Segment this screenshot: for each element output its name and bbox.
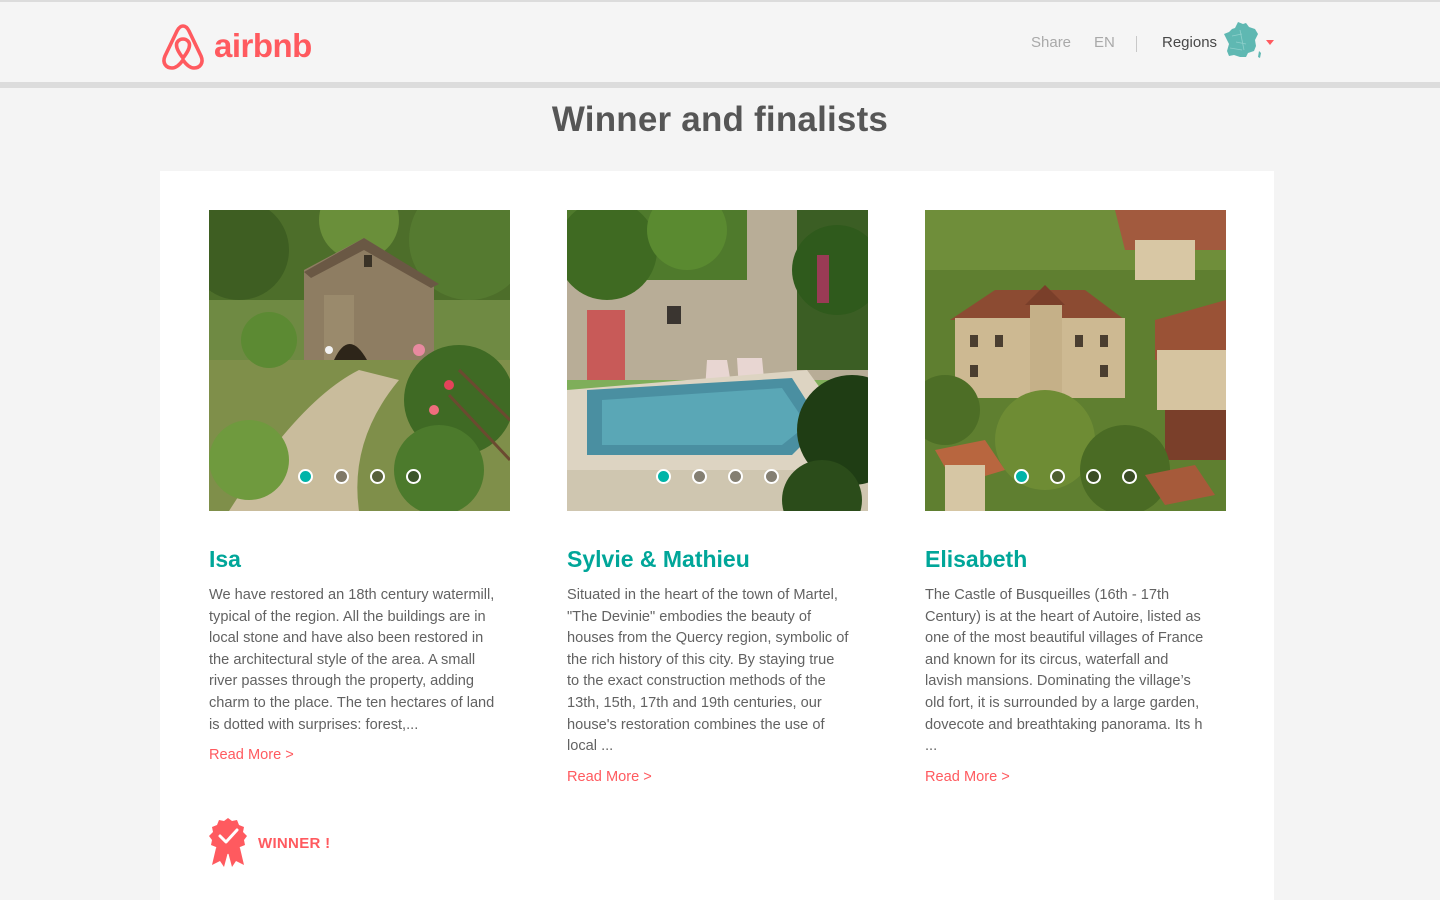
france-map-icon[interactable] xyxy=(1222,20,1262,60)
carousel-dot[interactable] xyxy=(370,469,385,484)
header-divider xyxy=(0,82,1440,88)
airbnb-belo-icon xyxy=(162,24,204,70)
card-image-carousel[interactable] xyxy=(567,210,868,511)
finalists-panel: Isa We have restored an 18th century wat… xyxy=(160,171,1274,900)
castle-village-photo xyxy=(925,210,1226,511)
carousel-dots xyxy=(925,469,1226,484)
carousel-dot[interactable] xyxy=(656,469,671,484)
carousel-dot[interactable] xyxy=(406,469,421,484)
read-more-link[interactable]: Read More > xyxy=(209,747,294,763)
regions-menu[interactable]: Regions xyxy=(1162,34,1217,51)
share-link[interactable]: Share xyxy=(1031,34,1071,51)
carousel-dot[interactable] xyxy=(334,469,349,484)
chevron-down-icon[interactable] xyxy=(1266,40,1274,45)
carousel-dot[interactable] xyxy=(1086,469,1101,484)
stone-house-pool-photo xyxy=(567,210,868,511)
carousel-dot[interactable] xyxy=(728,469,743,484)
card-description: We have restored an 18th century watermi… xyxy=(209,587,495,733)
card-description: Situated in the heart of the town of Mar… xyxy=(567,587,849,755)
card-description: The Castle of Busqueilles (16th - 17th C… xyxy=(925,587,1204,755)
watermill-photo xyxy=(209,210,510,511)
card-image-carousel[interactable] xyxy=(925,210,1226,511)
host-name[interactable]: Sylvie & Mathieu xyxy=(567,544,868,574)
page-title: Winner and finalists xyxy=(551,100,889,139)
carousel-dot[interactable] xyxy=(1014,469,1029,484)
finalist-card: Elisabeth The Castle of Busqueilles (16t… xyxy=(925,210,1226,786)
winner-badge: WINNER ! xyxy=(208,818,330,868)
winner-label: WINNER ! xyxy=(258,834,331,852)
carousel-dot[interactable] xyxy=(1122,469,1137,484)
airbnb-logo[interactable]: airbnb xyxy=(160,20,312,70)
site-header: airbnb Share EN Regions xyxy=(0,2,1440,82)
logo-wordmark: airbnb xyxy=(214,26,312,64)
finalist-card: Isa We have restored an 18th century wat… xyxy=(209,210,510,764)
carousel-dot[interactable] xyxy=(298,469,313,484)
carousel-dots xyxy=(567,469,868,484)
read-more-link[interactable]: Read More > xyxy=(925,769,1010,785)
carousel-dot[interactable] xyxy=(1050,469,1065,484)
language-selector[interactable]: EN xyxy=(1094,34,1115,51)
award-ribbon-icon xyxy=(209,818,247,867)
finalist-card: Sylvie & Mathieu Situated in the heart o… xyxy=(567,210,868,786)
carousel-dot[interactable] xyxy=(692,469,707,484)
nav-divider xyxy=(1136,36,1137,52)
host-name[interactable]: Isa xyxy=(209,544,510,574)
host-name[interactable]: Elisabeth xyxy=(925,544,1226,574)
carousel-dots xyxy=(209,469,510,484)
read-more-link[interactable]: Read More > xyxy=(567,769,652,785)
card-image-carousel[interactable] xyxy=(209,210,510,511)
carousel-dot[interactable] xyxy=(764,469,779,484)
